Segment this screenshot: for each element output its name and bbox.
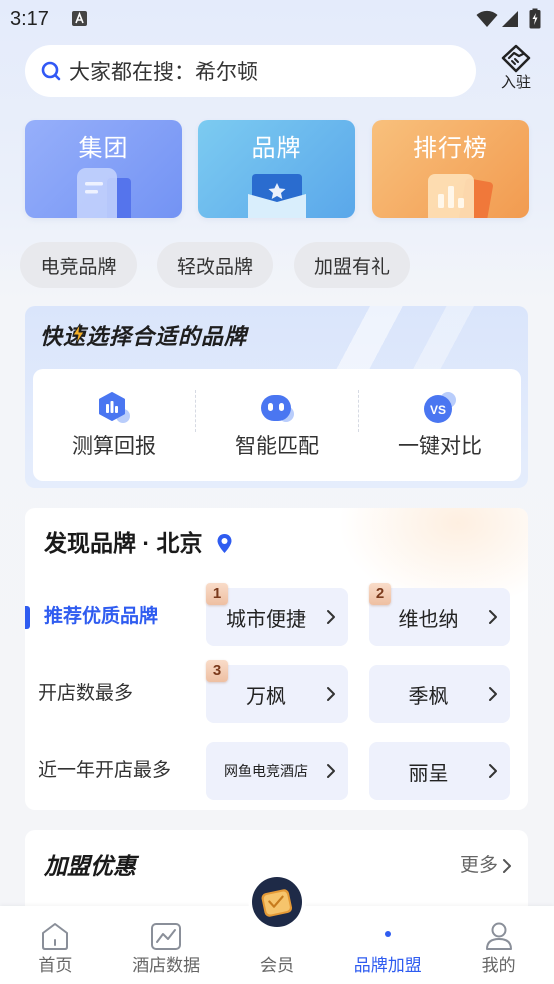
brand-button[interactable]: 季枫: [369, 665, 510, 723]
more-label: 更多: [459, 855, 498, 876]
nav-label: 首页: [38, 956, 73, 975]
signal-icon: [501, 10, 519, 33]
group-building-icon: [73, 164, 143, 218]
brand-name: 季枫: [408, 685, 449, 708]
brand-name: 城市便捷: [226, 608, 306, 631]
brand-name: 网鱼电竞酒店: [224, 763, 308, 779]
quick-select-section: 快速选择合适的品牌 测算回报 智能匹配 VS 一键对比: [25, 306, 528, 488]
category-card-brand[interactable]: 品牌: [198, 120, 355, 218]
category-title: 品牌: [251, 135, 302, 162]
active-row-indicator: [25, 606, 30, 629]
nav-label: 会员: [259, 956, 294, 975]
more-link[interactable]: 更多: [460, 853, 512, 879]
discover-header[interactable]: 发现品牌 · 北京: [44, 526, 233, 560]
quick-select-return-calc[interactable]: 测算回报: [33, 369, 195, 481]
nav-label: 酒店数据: [132, 956, 201, 975]
category-card-ranking[interactable]: 排行榜: [372, 120, 529, 218]
home-icon: [39, 920, 71, 952]
person-icon: [483, 920, 515, 952]
quick-select-label: 一键对比: [398, 435, 482, 458]
chart-icon: [150, 920, 182, 952]
brand-button[interactable]: 网鱼电竞酒店: [206, 742, 348, 800]
brand-button[interactable]: 1 城市便捷: [206, 583, 348, 646]
search-hint: 大家都在搜：希尔顿: [69, 61, 258, 84]
row-label-recommended[interactable]: 推荐优质品牌: [44, 603, 158, 631]
vs-compare-icon: VS: [422, 391, 458, 425]
settle-in-button[interactable]: 入驻: [496, 44, 536, 96]
settle-in-label: 入驻: [500, 74, 531, 91]
chevron-right-icon: [326, 609, 336, 625]
nav-label: 我的: [481, 956, 516, 975]
discover-brands-card: 发现品牌 · 北京 推荐优质品牌 1 城市便捷 2 维也纳 开店数最多 3 万枫…: [25, 508, 528, 810]
brand-name: 维也纳: [398, 608, 459, 631]
category-title: 排行榜: [413, 135, 488, 162]
chevron-right-icon: [488, 609, 498, 625]
chevron-right-icon: [326, 763, 336, 779]
brand-button[interactable]: 3 万枫: [206, 660, 348, 723]
status-time: 3:17: [10, 8, 49, 30]
chip-light-renovation-brand[interactable]: 轻改品牌: [157, 242, 273, 288]
brand-button[interactable]: 2 维也纳: [369, 583, 510, 646]
franchise-offers-title: 加盟优惠: [44, 853, 136, 879]
chevron-right-icon: [502, 858, 512, 874]
chip-esports-brand[interactable]: 电竞品牌: [20, 242, 137, 288]
bottom-nav: 首页 酒店数据 会员 品牌加盟 我的: [0, 873, 554, 984]
nav-item-brand-franchise[interactable]: 品牌加盟: [332, 906, 443, 984]
member-card-icon: [248, 873, 306, 931]
row-label-most-stores[interactable]: 开店数最多: [38, 680, 133, 708]
app-screen: 3:17 大家都在搜：希尔顿 入驻 集团 品牌 排行榜 电竞品牌 轻改品牌 加盟…: [0, 0, 554, 984]
category-card-group[interactable]: 集团: [25, 120, 182, 218]
nav-item-member[interactable]: 会员: [222, 873, 333, 984]
active-dot-icon: [384, 931, 391, 937]
chevron-right-icon: [326, 686, 336, 702]
ranking-chart-icon: [424, 170, 496, 218]
status-bar: 3:17: [0, 0, 554, 38]
decorative-stripes: [288, 306, 528, 369]
battery-charging-icon: [529, 8, 541, 34]
search-bar[interactable]: 大家都在搜：希尔顿: [25, 45, 476, 97]
quick-select-panel: 测算回报 智能匹配 VS 一键对比: [33, 369, 521, 481]
nav-item-hotel-data[interactable]: 酒店数据: [111, 906, 222, 984]
quick-select-label: 智能匹配: [235, 435, 319, 458]
rank-badge: 1: [206, 583, 228, 605]
brand-name: 万枫: [246, 685, 286, 708]
category-title: 集团: [78, 135, 129, 162]
rank-badge: 3: [206, 660, 228, 682]
chevron-right-icon: [488, 763, 498, 779]
rank-badge: 2: [369, 583, 391, 605]
brand-name: 丽呈: [408, 762, 449, 785]
quick-select-label: 测算回报: [72, 435, 156, 458]
brand-button[interactable]: 丽呈: [369, 742, 510, 800]
discover-title: 发现品牌 · 北京: [44, 530, 203, 556]
nav-item-home[interactable]: 首页: [0, 906, 111, 984]
brand-star-box-icon: [244, 170, 310, 218]
nav-label: 品牌加盟: [353, 956, 422, 975]
nav-item-mine[interactable]: 我的: [443, 906, 554, 984]
chevron-right-icon: [488, 686, 498, 702]
location-pin-icon: [216, 533, 233, 554]
row-label-most-stores-past-year[interactable]: 近一年开店最多: [38, 757, 171, 785]
quick-select-smart-match[interactable]: 智能匹配: [196, 369, 358, 481]
chip-franchise-gift[interactable]: 加盟有礼: [294, 242, 410, 288]
quick-select-compare[interactable]: VS 一键对比: [359, 369, 521, 481]
return-calculator-icon: [96, 391, 132, 425]
text-a-icon: [72, 11, 87, 26]
robot-match-icon: [259, 391, 295, 425]
search-icon: [40, 60, 62, 82]
vs-badge-text: VS: [430, 403, 446, 417]
wifi-icon: [476, 10, 498, 33]
lightning-icon: [72, 323, 85, 350]
